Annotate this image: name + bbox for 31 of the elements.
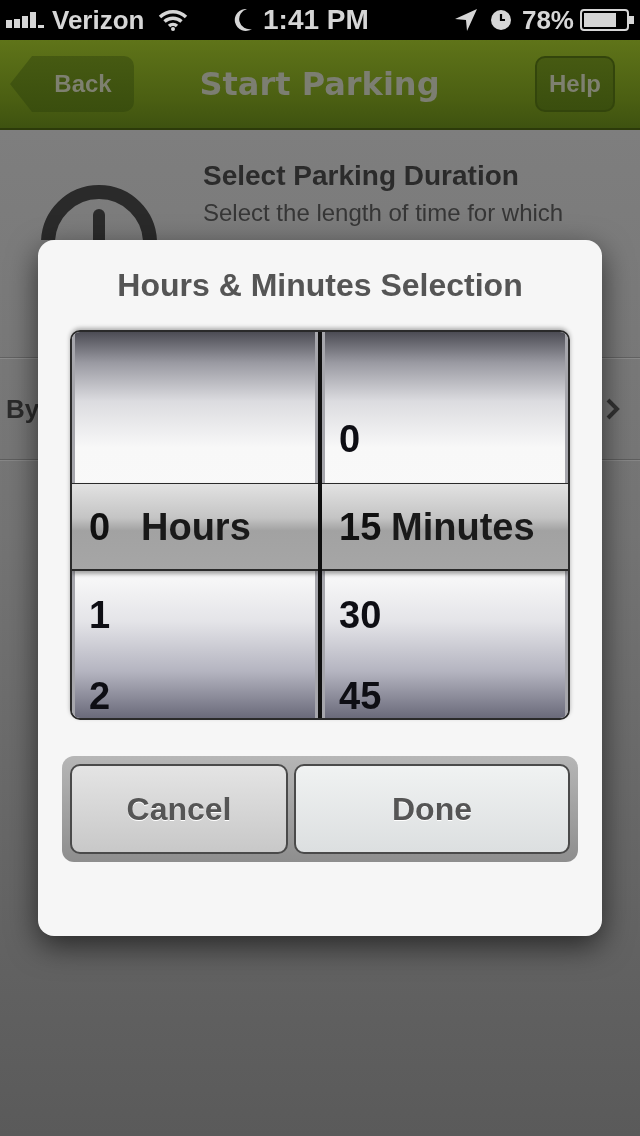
cancel-button[interactable]: Cancel: [70, 764, 288, 854]
picker-value[interactable]: 30: [339, 595, 382, 634]
alarm-clock-icon: [490, 10, 511, 30]
location-arrow-icon: [454, 9, 477, 31]
picker-value[interactable]: 2: [89, 677, 111, 715]
picker-unit-label: Hours: [141, 507, 251, 546]
picker-value[interactable]: 45: [339, 677, 382, 715]
battery-percent: 78%: [521, 7, 574, 33]
picker-unit-label: Minutes: [391, 507, 535, 546]
clock-icon: [40, 185, 158, 240]
dialog-title: Hours & Minutes Selection: [117, 266, 523, 304]
chevron-right-icon: [606, 398, 620, 420]
picker-wheel[interactable]: 0 Hours 1 2: [72, 332, 318, 718]
section-title: Select Parking Duration: [203, 160, 520, 192]
picker-value[interactable]: 0: [339, 420, 361, 458]
picker-value[interactable]: 1: [89, 595, 111, 634]
picker-wheel[interactable]: 0 15 Minutes 30 45: [322, 332, 568, 718]
signal-bars-icon: [6, 12, 46, 28]
picker-selected-row[interactable]: 0 Hours: [72, 483, 318, 571]
section-description: Select the length of time for which: [203, 198, 564, 228]
wifi-icon: [158, 9, 189, 31]
carrier-name: Verizon: [52, 7, 145, 33]
done-button[interactable]: Done: [294, 764, 570, 854]
option-label: By: [6, 392, 40, 426]
moon-icon: [233, 8, 253, 32]
status-time: 1:41 PM: [263, 6, 369, 34]
screen-title: Start Parking: [198, 64, 441, 105]
picker-value: 15: [339, 507, 383, 546]
picker-selected-row[interactable]: 15 Minutes: [322, 483, 568, 571]
picker-value: 0: [89, 507, 112, 546]
battery-icon: [580, 9, 634, 31]
